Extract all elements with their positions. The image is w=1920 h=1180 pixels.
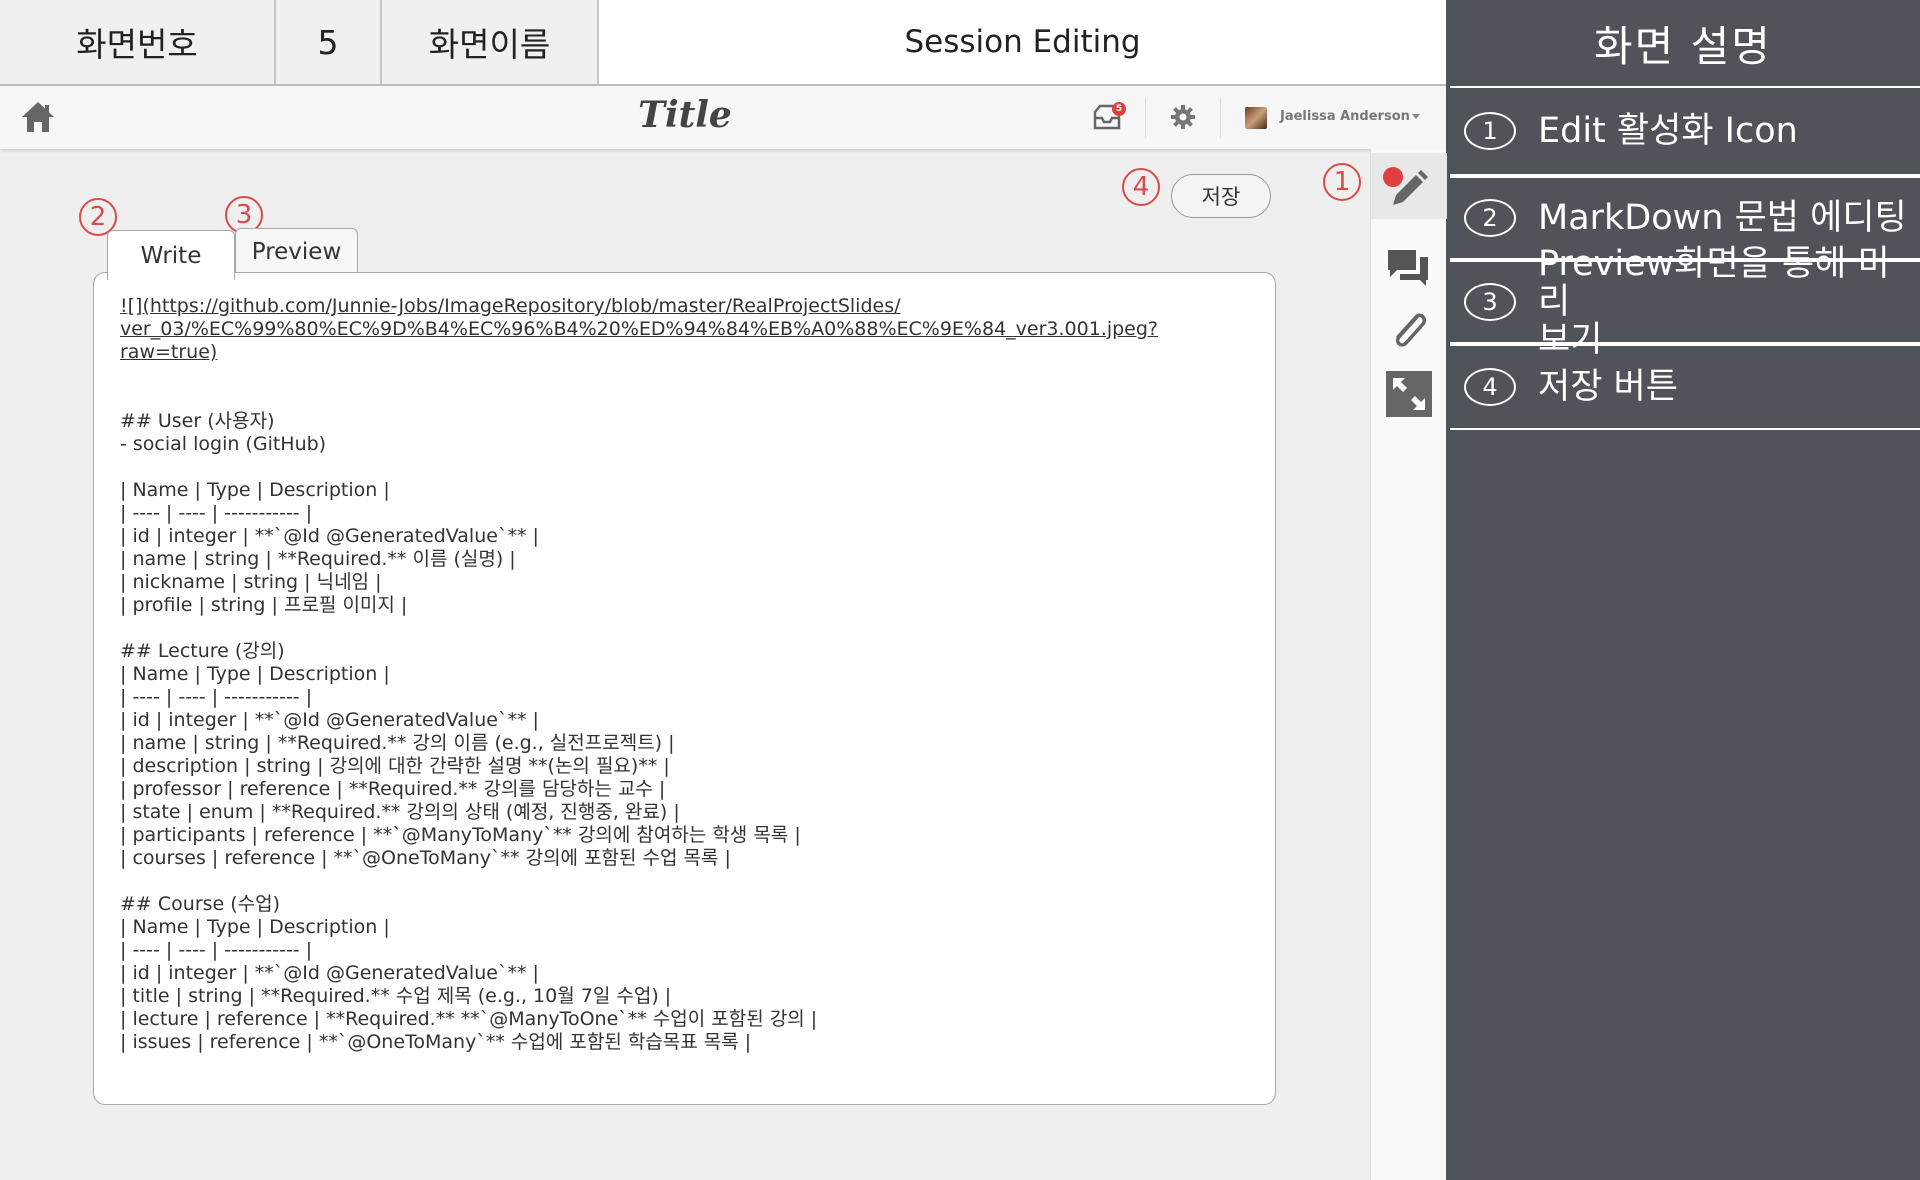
editor-line: | lecture | reference | **Required.** **… bbox=[120, 1008, 818, 1030]
editor-line: | title | string | **Required.** 수업 제목 (… bbox=[120, 985, 672, 1007]
description-title: 화면 설명 bbox=[1594, 21, 1772, 71]
screen-name: Session Editing bbox=[599, 0, 1446, 84]
description-text: Preview화면을 통해 미리 보기 bbox=[1538, 244, 1890, 360]
gear-icon[interactable] bbox=[1170, 104, 1196, 130]
paperclip-icon[interactable] bbox=[1387, 307, 1431, 355]
marker-4: 4 bbox=[1122, 168, 1160, 206]
description-number: 4 bbox=[1464, 368, 1516, 406]
editor-line: | name | string | **Required.** 강의 이름 (e… bbox=[120, 732, 675, 754]
marker-1: 1 bbox=[1323, 163, 1361, 201]
editor-line: | nickname | string | 닉네임 | bbox=[120, 571, 382, 593]
editor-line: | ---- | ---- | ----------- | bbox=[120, 502, 313, 524]
editor-line: ## User (사용자) bbox=[120, 410, 275, 432]
editor-line: ## Lecture (강의) bbox=[120, 640, 285, 662]
save-button[interactable]: 저장 bbox=[1171, 174, 1271, 218]
tab-write[interactable]: Write bbox=[107, 230, 235, 280]
editor-line: | id | integer | **`@Id @GeneratedValue`… bbox=[120, 962, 539, 984]
editor-line: | id | integer | **`@Id @GeneratedValue`… bbox=[120, 525, 539, 547]
editor-line: | state | enum | **Required.** 강의의 상태 (예… bbox=[120, 801, 680, 823]
description-panel: 화면 설명 1 Edit 활성화 Icon 2 MarkDown 문법 에디팅 … bbox=[1446, 0, 1920, 1180]
description-number: 1 bbox=[1464, 112, 1516, 150]
editor-line: | id | integer | **`@Id @GeneratedValue`… bbox=[120, 709, 539, 731]
editor-content[interactable]: ![](https://github.com/Junnie-Jobs/Image… bbox=[120, 295, 1250, 1054]
editor-line: | Name | Type | Description | bbox=[120, 479, 390, 501]
editor-line: | Name | Type | Description | bbox=[120, 916, 390, 938]
editor-line: | Name | Type | Description | bbox=[120, 663, 390, 685]
editor-line: | ---- | ---- | ----------- | bbox=[120, 686, 313, 708]
chat-bubbles-icon[interactable] bbox=[1385, 246, 1431, 290]
editor-line: | professor | reference | **Required.** … bbox=[120, 778, 666, 800]
notification-badge: 5 bbox=[1112, 102, 1126, 116]
editor-line: | participants | reference | **`@ManyToM… bbox=[120, 824, 801, 846]
chevron-down-icon[interactable] bbox=[1412, 114, 1420, 119]
tab-preview[interactable]: Preview bbox=[235, 228, 358, 274]
description-number: 3 bbox=[1464, 283, 1516, 321]
markdown-editor[interactable]: ![](https://github.com/Junnie-Jobs/Image… bbox=[93, 272, 1276, 1105]
description-text: Edit 활성화 Icon bbox=[1538, 111, 1798, 151]
side-toolbar bbox=[1370, 149, 1447, 1180]
description-number: 2 bbox=[1464, 199, 1516, 237]
screen-name-label: 화면이름 bbox=[382, 0, 599, 84]
page-title: Title bbox=[638, 94, 732, 136]
editor-line: | courses | reference | **`@OneToMany`**… bbox=[120, 847, 731, 869]
editor-line: | description | string | 강의에 대한 간략한 설명 *… bbox=[120, 755, 670, 777]
screen-number: 5 bbox=[276, 0, 382, 84]
expand-icon[interactable] bbox=[1385, 370, 1433, 418]
app-window: Title 5 Jaelissa Anderson 4 1 2 3 저장 Wri… bbox=[0, 86, 1447, 1180]
toolbar-divider bbox=[1145, 98, 1146, 138]
edit-toggle-button[interactable] bbox=[1371, 153, 1447, 219]
pencil-icon[interactable] bbox=[1387, 167, 1431, 211]
description-item: 1 Edit 활성화 Icon bbox=[1450, 86, 1920, 176]
avatar[interactable] bbox=[1245, 107, 1267, 129]
editor-line: | profile | string | 프로필 이미지 | bbox=[120, 594, 408, 616]
screen-number-label: 화면번호 bbox=[0, 0, 276, 84]
editor-line: | issues | reference | **`@OneToMany`** … bbox=[120, 1031, 752, 1053]
description-item: 3 Preview화면을 통해 미리 보기 bbox=[1450, 245, 1920, 359]
user-name[interactable]: Jaelissa Anderson bbox=[1280, 109, 1410, 124]
description-text: MarkDown 문법 에디팅 bbox=[1538, 198, 1907, 238]
editor-line: | ---- | ---- | ----------- | bbox=[120, 939, 313, 961]
screen-info-header: 화면번호 5 화면이름 Session Editing bbox=[0, 0, 1446, 86]
editor-line: ## Course (수업) bbox=[120, 893, 281, 915]
description-item: 4 저장 버튼 bbox=[1450, 344, 1920, 430]
editor-line: - social login (GitHub) bbox=[120, 433, 327, 455]
description-text: 저장 버튼 bbox=[1538, 367, 1678, 407]
toolbar-divider bbox=[1220, 98, 1221, 138]
top-navigation-bar: Title 5 Jaelissa Anderson bbox=[0, 86, 1446, 149]
editor-line: | name | string | **Required.** 이름 (실명) … bbox=[120, 548, 516, 570]
editor-image-link[interactable]: ![](https://github.com/Junnie-Jobs/Image… bbox=[120, 295, 1250, 364]
